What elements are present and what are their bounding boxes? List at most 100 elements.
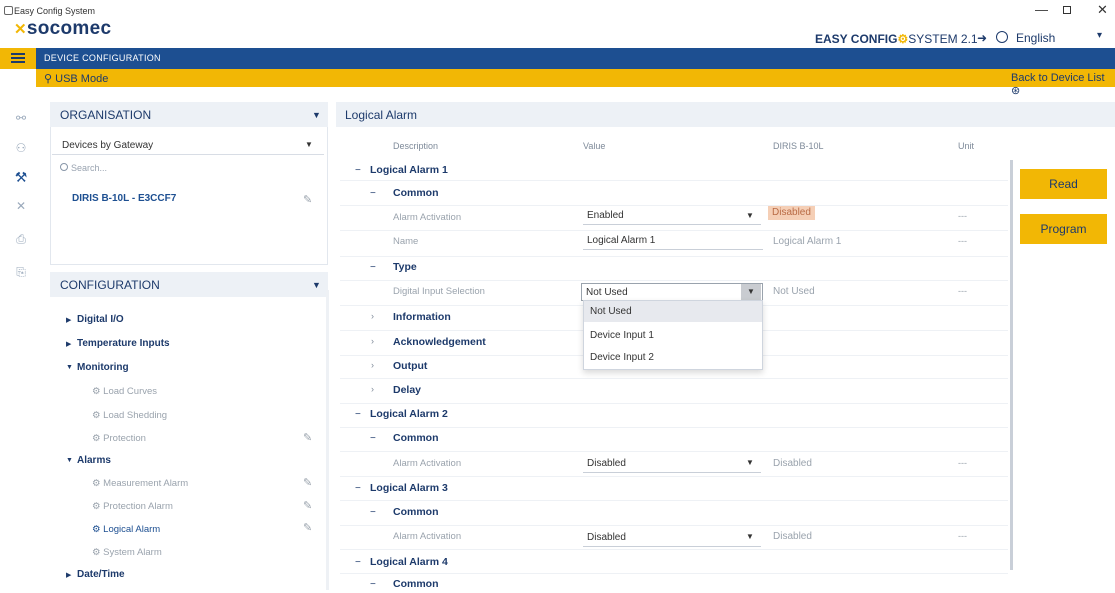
language-selector[interactable]: English (1016, 31, 1055, 45)
pencil-icon[interactable]: ✎ (303, 521, 312, 534)
content-scrollbar[interactable] (1010, 160, 1013, 570)
sitemap-icon[interactable]: ⚯ (14, 111, 28, 125)
dropdown-option[interactable]: Device Input 1 (584, 325, 762, 346)
chevron-down-icon[interactable]: ▼ (746, 211, 754, 220)
logout-icon[interactable]: ➜ (977, 31, 987, 45)
row-divider (340, 573, 1008, 574)
pencil-icon[interactable]: ✎ (303, 499, 312, 512)
subgroup-output[interactable]: Output (393, 360, 427, 372)
tree-item-logical-alarm[interactable]: ⚙ Logical Alarm (92, 524, 160, 535)
caret-right-icon[interactable]: ▶ (66, 571, 71, 579)
caret-down-icon[interactable]: ▼ (66, 364, 73, 371)
subgroup-common[interactable]: Common (393, 578, 439, 590)
caret-right-icon[interactable]: ▶ (66, 316, 71, 324)
collapse-icon[interactable]: − (370, 188, 376, 199)
device-value: Disabled (773, 458, 812, 469)
tree-item-load-shedding[interactable]: ⚙ Load Shedding (92, 410, 167, 421)
app-icon (4, 6, 13, 15)
subgroup-common[interactable]: Common (393, 506, 439, 518)
group-logical-alarm-3[interactable]: Logical Alarm 3 (370, 482, 448, 494)
page-title: Logical Alarm (345, 108, 418, 122)
collapse-icon[interactable]: − (355, 165, 361, 176)
chevron-down-icon[interactable]: ▼ (746, 532, 754, 541)
group-logical-alarm-1[interactable]: Logical Alarm 1 (370, 164, 448, 176)
collapse-icon[interactable]: − (370, 507, 376, 518)
subgroup-common[interactable]: Common (393, 432, 439, 444)
unit-value: --- (958, 236, 967, 246)
program-button[interactable]: Program (1020, 214, 1107, 244)
tools-icon[interactable]: ✕ (14, 199, 28, 213)
chevron-right-icon[interactable]: › (371, 360, 374, 370)
row-divider (340, 205, 1008, 206)
chevron-right-icon[interactable]: › (371, 311, 374, 321)
collapse-icon[interactable]: − (355, 557, 361, 568)
caret-down-icon[interactable]: ▼ (66, 457, 73, 464)
menu-icon[interactable] (0, 48, 36, 69)
tree-item-date-time[interactable]: Date/Time (77, 569, 125, 580)
pencil-icon[interactable]: ✎ (303, 476, 312, 489)
subgroup-type[interactable]: Type (393, 261, 417, 273)
close-button[interactable]: ✕ (1097, 2, 1108, 18)
collapse-icon[interactable]: − (370, 433, 376, 444)
export-icon[interactable]: ⎙ (14, 232, 28, 246)
pencil-icon[interactable]: ✎ (303, 431, 312, 444)
alarm-activation-select[interactable]: Disabled (583, 529, 761, 547)
search-input[interactable]: Search... (71, 163, 107, 173)
subgroup-delay[interactable]: Delay (393, 384, 421, 396)
minimize-button[interactable]: — (1035, 2, 1048, 17)
panel-scrollbar[interactable] (326, 290, 329, 590)
caret-right-icon[interactable]: ▶ (66, 340, 71, 348)
collapse-icon[interactable]: − (370, 579, 376, 590)
tree-item-alarms[interactable]: Alarms (77, 455, 111, 466)
tree-item-load-curves[interactable]: ⚙ Load Curves (92, 386, 157, 397)
group-logical-alarm-2[interactable]: Logical Alarm 2 (370, 408, 448, 420)
param-digital-input-selection: Digital Input Selection (393, 286, 485, 297)
column-device: DIRIS B-10L (773, 141, 824, 151)
row-divider (340, 525, 1008, 526)
collapse-icon[interactable]: − (355, 483, 361, 494)
tree-item-monitoring[interactable]: Monitoring (77, 362, 129, 373)
chevron-down-icon[interactable]: ▼ (312, 280, 321, 290)
alarm-activation-select[interactable]: Enabled (583, 207, 761, 225)
usb-mode-label: ⚲ USB Mode (44, 73, 109, 85)
dropdown-option[interactable]: Device Input 2 (584, 347, 762, 368)
chevron-down-icon[interactable]: ▼ (747, 287, 755, 296)
tree-item-system-alarm[interactable]: ⚙ System Alarm (92, 547, 162, 558)
report-icon[interactable]: ⎘ (14, 265, 28, 279)
gear-icon: ⚙ (92, 524, 104, 535)
mode-bar (36, 69, 1115, 87)
unit-value: --- (958, 458, 967, 468)
chevron-right-icon[interactable]: › (371, 336, 374, 346)
chevron-down-icon[interactable]: ▼ (305, 140, 313, 149)
subgroup-common[interactable]: Common (393, 187, 439, 199)
chevron-down-icon[interactable]: ▼ (746, 458, 754, 467)
configuration-title: CONFIGURATION (60, 278, 160, 292)
read-button[interactable]: Read (1020, 169, 1107, 199)
chevron-right-icon[interactable]: › (371, 384, 374, 394)
window-title: Easy Config System (14, 6, 96, 16)
back-to-device-list-link[interactable]: Back to Device List ⊛ (1011, 72, 1115, 97)
collapse-icon[interactable]: − (355, 409, 361, 420)
device-item[interactable]: DIRIS B-10L - E3CCF7 (72, 193, 176, 204)
group-logical-alarm-4[interactable]: Logical Alarm 4 (370, 556, 448, 568)
chevron-down-icon[interactable]: ▼ (312, 110, 321, 120)
globe-icon[interactable] (996, 31, 1008, 43)
chevron-down-icon[interactable]: ▾ (1097, 30, 1102, 41)
wrench-icon[interactable]: ⚒ (14, 170, 28, 184)
collapse-icon[interactable]: − (370, 262, 376, 273)
tree-item-protection-alarm[interactable]: ⚙ Protection Alarm (92, 501, 173, 512)
network-icon[interactable]: ⚇ (14, 141, 28, 155)
tree-item-digital-io[interactable]: Digital I/O (77, 314, 124, 325)
subgroup-information[interactable]: Information (393, 311, 451, 323)
digital-input-select[interactable]: Not Used (581, 283, 763, 301)
dropdown-option[interactable]: Not Used (584, 301, 762, 322)
subgroup-acknowledgement[interactable]: Acknowledgement (393, 336, 486, 348)
name-input[interactable]: Logical Alarm 1 (583, 232, 763, 250)
gear-icon: ⚙ (92, 478, 104, 489)
alarm-activation-select[interactable]: Disabled (583, 455, 761, 473)
maximize-button[interactable] (1063, 6, 1071, 14)
tree-item-temperature-inputs[interactable]: Temperature Inputs (77, 338, 170, 349)
pencil-icon[interactable]: ✎ (303, 193, 312, 206)
tree-item-measurement-alarm[interactable]: ⚙ Measurement Alarm (92, 478, 188, 489)
tree-item-protection[interactable]: ⚙ Protection (92, 433, 146, 444)
